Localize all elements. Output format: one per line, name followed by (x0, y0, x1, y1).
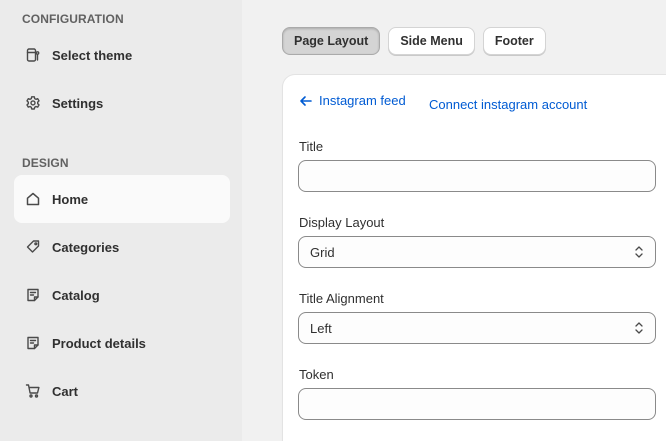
title-label: Title (299, 139, 324, 154)
instagram-feed-card: Instagram feed Connect instagram account… (283, 75, 666, 441)
sidebar-item-categories[interactable]: Categories (14, 223, 230, 271)
back-link[interactable]: Instagram feed (299, 93, 406, 108)
tag-icon (25, 239, 41, 255)
tab-bar: Page Layout Side Menu Footer (282, 27, 546, 55)
title-input[interactable] (298, 160, 656, 192)
sidebar-item-label: Select theme (52, 47, 133, 63)
sidebar-item-select-theme[interactable]: Select theme (14, 31, 230, 79)
display-layout-value: Grid (310, 244, 335, 260)
display-layout-select[interactable]: Grid (298, 236, 656, 268)
tab-footer[interactable]: Footer (482, 27, 546, 55)
sidebar-item-cart[interactable]: Cart (14, 367, 230, 415)
design-section-title: DESIGN (22, 156, 69, 170)
sidebar-item-label: Categories (52, 239, 120, 255)
arrow-left-icon (300, 95, 312, 106)
catalog-icon (25, 287, 41, 303)
home-icon (25, 191, 41, 207)
sidebar-item-label: Cart (52, 383, 79, 399)
title-alignment-value: Left (310, 320, 332, 336)
sidebar-item-label: Product details (52, 335, 146, 351)
main-content: Page Layout Side Menu Footer Instagram f… (242, 0, 666, 441)
card-header: Instagram feed (299, 93, 406, 108)
sidebar-item-home[interactable]: Home (14, 175, 230, 223)
back-link-label: Instagram feed (319, 93, 406, 108)
product-details-icon (25, 335, 41, 351)
sidebar-item-label: Settings (52, 95, 104, 111)
sidebar-item-settings[interactable]: Settings (14, 79, 230, 127)
token-label: Token (299, 367, 334, 382)
sidebar-item-label: Home (52, 191, 89, 207)
cart-icon (25, 383, 41, 399)
token-input[interactable] (298, 388, 656, 420)
sidebar-item-label: Catalog (52, 287, 100, 303)
sidebar-item-product-details[interactable]: Product details (14, 319, 230, 367)
theme-icon (25, 47, 41, 63)
display-layout-label: Display Layout (299, 215, 385, 230)
select-chevron-icon (635, 246, 643, 258)
title-alignment-label: Title Alignment (299, 291, 384, 306)
sidebar-item-catalog[interactable]: Catalog (14, 271, 230, 319)
connect-instagram-link[interactable]: Connect instagram account (429, 97, 587, 112)
select-chevron-icon (635, 322, 643, 334)
tab-side-menu[interactable]: Side Menu (388, 27, 475, 55)
sidebar: CONFIGURATION Select theme Settings DESI… (0, 0, 242, 441)
tab-page-layout[interactable]: Page Layout (282, 27, 381, 55)
gear-icon (25, 95, 41, 111)
configuration-section-title: CONFIGURATION (22, 12, 124, 26)
title-alignment-select[interactable]: Left (298, 312, 656, 344)
